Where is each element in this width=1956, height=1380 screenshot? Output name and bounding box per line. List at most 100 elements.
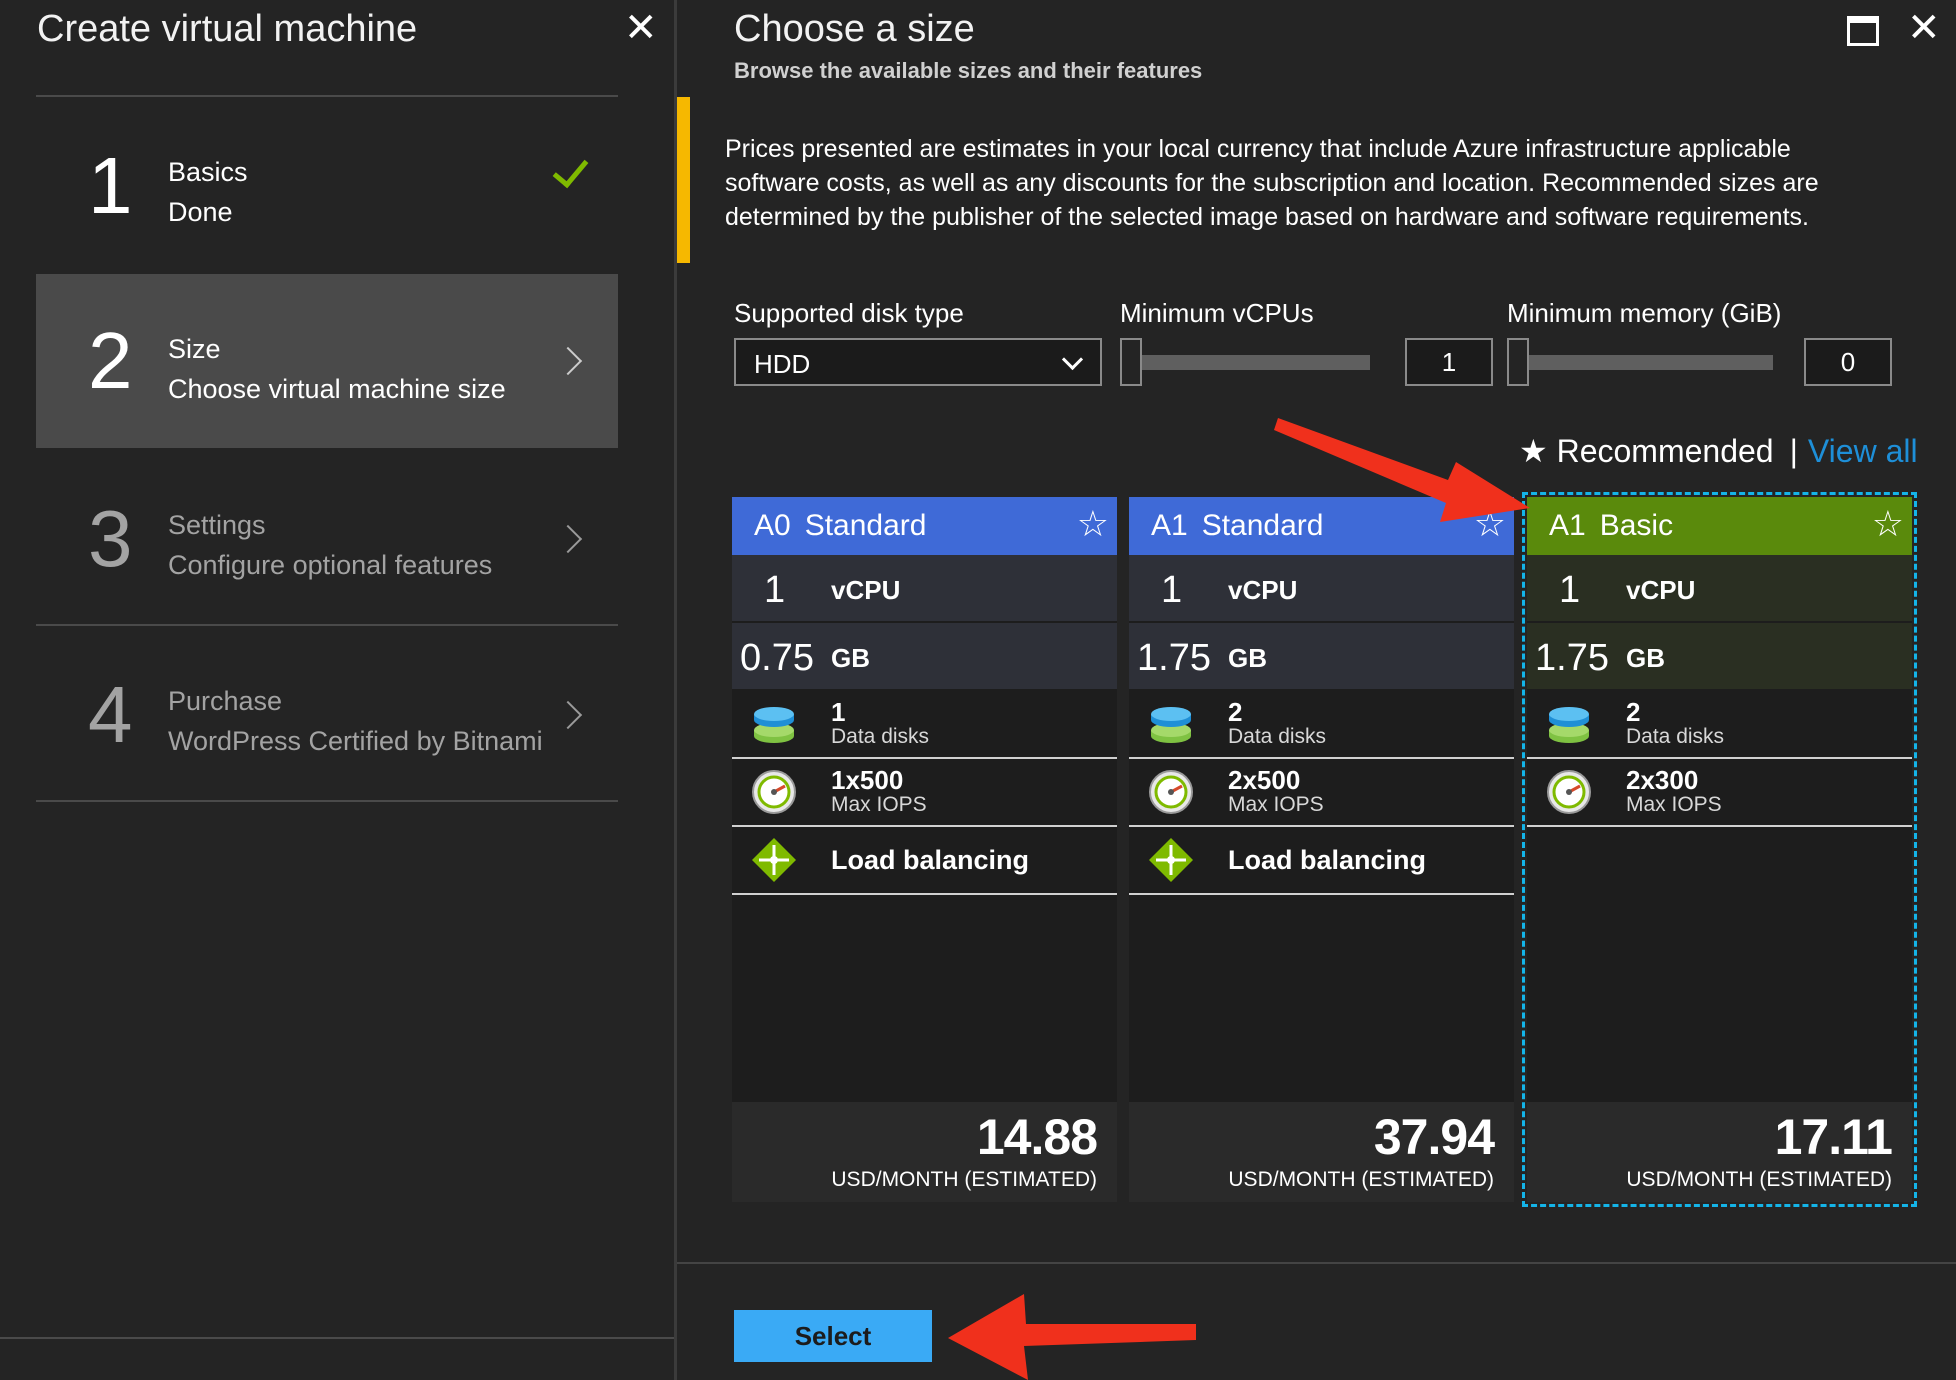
- slider-track: [1130, 355, 1370, 370]
- min-memory-input[interactable]: 0: [1804, 338, 1892, 386]
- step-size[interactable]: 2 Size Choose virtual machine size: [36, 274, 618, 448]
- load-balancing-row: Load balancing: [732, 827, 1117, 895]
- star-icon: ☆: [1076, 503, 1109, 544]
- price-unit: USD/MONTH (ESTIMATED): [831, 1168, 1097, 1191]
- disk-type-value: HDD: [754, 349, 811, 379]
- choose-size-blade: Choose a size Browse the available sizes…: [677, 0, 1956, 1380]
- max-iops-label: Max IOPS: [1228, 793, 1324, 816]
- min-vcpus-input[interactable]: 1: [1405, 338, 1493, 386]
- data-disks-row: 2 Data disks: [1129, 691, 1514, 759]
- data-disks-label: Data disks: [1228, 725, 1327, 748]
- disk-type-dropdown[interactable]: HDD: [734, 338, 1102, 386]
- step-number: 4: [88, 670, 133, 759]
- min-vcpus-label: Minimum vCPUs: [1120, 298, 1314, 328]
- card-header: A1 Standard ☆: [1129, 497, 1514, 555]
- create-vm-blade: Create virtual machine ✕ 1 Basics Done 2…: [0, 0, 677, 1380]
- divider: [36, 800, 618, 802]
- data-disks-row: 1 Data disks: [732, 691, 1117, 759]
- recommended-label[interactable]: Recommended: [1557, 433, 1774, 469]
- gauge-icon: [1149, 770, 1193, 814]
- vcpu-row: 1 vCPU: [732, 555, 1117, 621]
- pricing-notice: Prices presented are estimates in your l…: [725, 135, 1819, 231]
- memory-amount: 1.75: [1137, 637, 1211, 679]
- min-memory-slider[interactable]: [1507, 338, 1773, 386]
- price-amount: 17.11: [1774, 1109, 1893, 1165]
- card-title: A0 Standard: [754, 509, 926, 543]
- step-title: Settings: [168, 510, 266, 540]
- card-kind: Standard: [804, 509, 927, 542]
- memory-unit: GB: [1228, 643, 1267, 673]
- slider-track: [1517, 355, 1773, 370]
- card-kind: Standard: [1201, 509, 1324, 542]
- max-iops-row: 2x300 Max IOPS: [1527, 759, 1912, 827]
- price-amount: 37.94: [1373, 1109, 1495, 1165]
- load-balancing-icon: [752, 838, 796, 882]
- vcpu-row: 1 vCPU: [1527, 555, 1912, 621]
- data-disks-label: Data disks: [831, 725, 930, 748]
- recommended-toggle: ★ Recommended | View all: [1519, 432, 1918, 470]
- step-title: Basics: [168, 157, 248, 187]
- load-balancing-label: Load balancing: [1228, 845, 1427, 875]
- close-icon[interactable]: ✕: [624, 8, 658, 48]
- price-section: 37.94 USD/MONTH (ESTIMATED): [1129, 1102, 1514, 1202]
- price-section: 14.88 USD/MONTH (ESTIMATED): [732, 1102, 1117, 1202]
- step-number: 2: [88, 316, 133, 405]
- size-card-a0-standard[interactable]: A0 Standard ☆ 1 vCPU 0.75 GB 1 Data disks…: [732, 497, 1117, 1202]
- blade-title: Choose a size: [734, 8, 975, 50]
- data-disks-row: 2 Data disks: [1527, 691, 1912, 759]
- memory-amount: 1.75: [1535, 637, 1609, 679]
- step-purchase[interactable]: 4 Purchase WordPress Certified by Bitnam…: [36, 628, 618, 802]
- chevron-down-icon: [1061, 348, 1084, 371]
- slider-thumb[interactable]: [1507, 338, 1529, 386]
- size-card-a1-basic[interactable]: A1 Basic ☆ 1 vCPU 1.75 GB 2 Data disks 2x…: [1522, 492, 1917, 1207]
- star-icon: ☆: [1473, 503, 1506, 544]
- vcpu-count: 1: [764, 569, 786, 611]
- card-tier: A1: [1151, 509, 1188, 542]
- vcpu-unit: vCPU: [831, 575, 901, 605]
- card-header: A0 Standard ☆: [732, 497, 1117, 555]
- data-disks-label: Data disks: [1626, 725, 1725, 748]
- step-subtitle: Done: [168, 197, 233, 227]
- min-vcpus-slider[interactable]: [1120, 338, 1370, 386]
- card-title: A1 Basic: [1549, 509, 1673, 543]
- maximize-icon[interactable]: [1847, 16, 1879, 46]
- step-subtitle: Choose virtual machine size: [168, 374, 506, 404]
- chevron-right-icon: [553, 346, 583, 376]
- memory-amount: 0.75: [740, 637, 814, 679]
- data-disks-count: 2: [1626, 697, 1641, 727]
- max-iops-label: Max IOPS: [831, 793, 927, 816]
- view-all-link[interactable]: View all: [1808, 433, 1918, 469]
- divider: [0, 1337, 674, 1339]
- memory-row: 0.75 GB: [732, 623, 1117, 689]
- step-settings[interactable]: 3 Settings Configure optional features: [36, 452, 618, 626]
- chevron-right-icon: [553, 700, 583, 730]
- memory-row: 1.75 GB: [1527, 623, 1912, 689]
- max-iops-value: 1x500: [831, 765, 904, 795]
- price-amount: 14.88: [976, 1109, 1098, 1165]
- max-iops-value: 2x500: [1228, 765, 1301, 795]
- blade-title: Create virtual machine: [37, 8, 418, 50]
- max-iops-row: 1x500 Max IOPS: [732, 759, 1117, 827]
- data-disks-count: 2: [1228, 697, 1243, 727]
- data-disks-icon: [1151, 707, 1191, 743]
- data-disks-icon: [754, 707, 794, 743]
- slider-thumb[interactable]: [1120, 338, 1142, 386]
- data-disks-count: 1: [831, 697, 846, 727]
- select-button[interactable]: Select: [734, 1310, 932, 1362]
- price-section: 17.11 USD/MONTH (ESTIMATED): [1527, 1102, 1912, 1202]
- max-iops-row: 2x500 Max IOPS: [1129, 759, 1514, 827]
- load-balancing-icon: [1149, 838, 1193, 882]
- data-disks-icon: [1549, 707, 1589, 743]
- close-icon[interactable]: ✕: [1907, 8, 1941, 48]
- size-card-a1-standard[interactable]: A1 Standard ☆ 1 vCPU 1.75 GB 2 Data disks…: [1129, 497, 1514, 1202]
- step-basics[interactable]: 1 Basics Done: [36, 99, 618, 273]
- load-balancing-row: Load balancing: [1129, 827, 1514, 895]
- memory-unit: GB: [831, 643, 870, 673]
- star-icon: ★: [1519, 433, 1548, 469]
- card-kind: Basic: [1599, 509, 1674, 542]
- disk-type-label: Supported disk type: [734, 298, 964, 328]
- info-accent-bar: [677, 97, 690, 263]
- vcpu-count: 1: [1559, 569, 1581, 611]
- load-balancing-label: Load balancing: [831, 845, 1030, 875]
- max-iops-label: Max IOPS: [1626, 793, 1722, 816]
